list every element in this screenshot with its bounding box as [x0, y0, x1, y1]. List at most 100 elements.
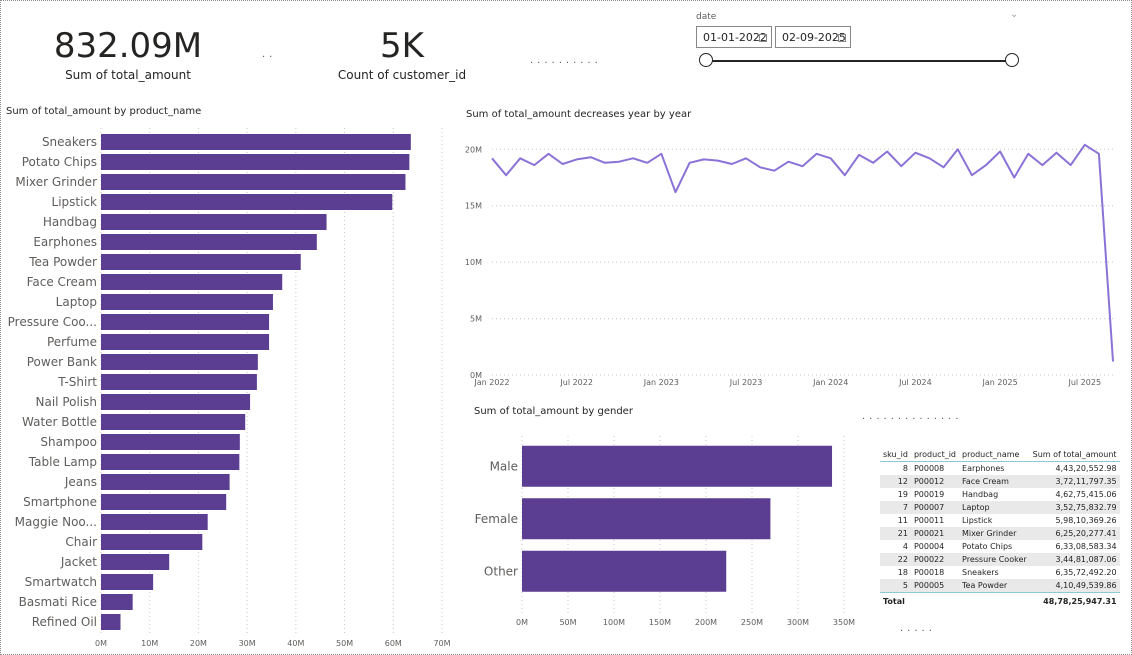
cell-product-name: Tea Powder: [959, 579, 1030, 593]
x-tick-label: 50M: [336, 639, 353, 648]
range-end-handle[interactable]: [1005, 53, 1019, 67]
cell-product-id: P00008: [913, 464, 945, 473]
category-label: Other: [484, 564, 518, 578]
cell-total-amount: 4,10,49,539.86: [1029, 579, 1120, 593]
kpi-value: 832.09M: [53, 26, 203, 66]
chevron-down-icon[interactable]: ⌄: [1010, 9, 1018, 20]
table-body: 8 P00008 Earphones 4,43,20,552.98 12 P00012 Fa…: [880, 462, 1120, 608]
bar: [101, 614, 121, 630]
category-label: Chair: [65, 535, 97, 549]
cell-sku-id: 22: [880, 553, 911, 566]
start-date-value: 01-01-2022: [703, 31, 767, 44]
y-tick-label: 15M: [465, 202, 482, 211]
product-bar-chart: 0M 10M 20M 30M 40M 50M 60M 70M Sneakers Potato Ch…: [8, 128, 451, 648]
calendar-icon[interactable]: [838, 34, 846, 42]
bar: [101, 334, 270, 350]
bar: [101, 254, 301, 270]
bar: [101, 454, 240, 470]
column-header-sku-id[interactable]: sku_id: [880, 448, 911, 462]
visual-border-dots: ··············: [862, 414, 963, 425]
x-tick-label: Jul 2024: [898, 378, 932, 387]
x-tick-label: 150M: [649, 618, 671, 627]
bar: [101, 474, 230, 490]
category-label: Smartwatch: [25, 575, 97, 589]
cell-total-amount: 4,62,75,415.06: [1055, 490, 1117, 499]
y-tick-label: 10M: [465, 258, 482, 267]
x-tick-label: 50M: [559, 618, 576, 627]
table-row[interactable]: 12 P00012 Face Cream 3,72,11,797.35: [880, 475, 1120, 488]
bar: [101, 214, 327, 230]
column-header-sum-total-amount[interactable]: Sum of total_amount: [1029, 448, 1120, 462]
kpi-label: Count of customer_id: [337, 68, 467, 82]
bar: [522, 445, 833, 487]
x-tick-label: 20M: [190, 639, 207, 648]
category-label: Water Bottle: [22, 415, 97, 429]
cell-product-id: P00018: [913, 568, 945, 577]
total-spacer: [910, 592, 1030, 608]
bar: [101, 494, 227, 510]
table-row[interactable]: 11 P00011 Lipstick 5,98,10,369.26: [880, 514, 1120, 527]
cell-product-id: P00007: [910, 501, 960, 514]
x-tick-label: Jul 2025: [1067, 378, 1101, 387]
bar: [101, 234, 317, 250]
cell-product-name: Sneakers: [962, 568, 999, 577]
table-row[interactable]: 19 P00019 Handbag 4,62,75,415.06: [880, 488, 1120, 501]
bar: [101, 514, 208, 530]
category-label: Sneakers: [42, 135, 97, 149]
x-tick-label: 10M: [141, 639, 158, 648]
date-range-track[interactable]: [706, 60, 1012, 62]
category-label: Tea Powder: [28, 255, 97, 269]
range-start-handle[interactable]: [699, 53, 713, 67]
y-tick-label: 5M: [470, 315, 482, 324]
bar: [101, 394, 251, 410]
bar: [522, 550, 727, 592]
cell-sku-id: 5: [880, 579, 911, 593]
table-row[interactable]: 22 P00022 Pressure Cooker 3,44,81,087.06: [880, 553, 1120, 566]
table-row[interactable]: 18 P00018 Sneakers 6,35,72,492.20: [880, 566, 1120, 579]
category-label: Lipstick: [52, 195, 98, 209]
cell-product-id: P00019: [913, 490, 945, 499]
cell-product-name: Earphones: [962, 464, 1005, 473]
category-label: Perfume: [47, 335, 97, 349]
kpi-card-total-amount[interactable]: 832.09M Sum of total_amount: [48, 26, 208, 82]
kpi-card-customer-count[interactable]: 5K Count of customer_id: [322, 26, 482, 82]
table-total-row: Total 48,78,25,947.31: [880, 592, 1120, 608]
x-tick-label: Jan 2022: [473, 378, 509, 387]
x-tick-label: Jul 2022: [559, 378, 593, 387]
cell-total-amount: 3,72,11,797.35: [1029, 475, 1120, 488]
table-row[interactable]: 21 P00021 Mixer Grinder 6,25,20,277.41: [880, 527, 1120, 540]
category-label: Pressure Coo...: [8, 315, 97, 329]
cell-product-id: P00022: [910, 553, 960, 566]
table-row[interactable]: 8 P00008 Earphones 4,43,20,552.98: [880, 462, 1120, 476]
date-slicer-title: date: [696, 12, 717, 22]
category-label: Face Cream: [27, 275, 97, 289]
table-row[interactable]: 4 P00004 Potato Chips 6,33,08,583.34: [880, 540, 1120, 553]
bar: [522, 498, 771, 540]
category-label: Power Bank: [27, 355, 97, 369]
end-date-input[interactable]: 02-09-2025: [775, 26, 851, 48]
category-label: Shampoo: [40, 435, 97, 449]
cell-total-amount: 3,52,75,832.79: [1029, 501, 1120, 514]
series-line: [491, 143, 1114, 362]
product-sales-table: sku_id product_id product_name Sum of to…: [880, 448, 1120, 608]
cell-sku-id: 19: [897, 490, 908, 499]
x-tick-label: 0M: [95, 639, 107, 648]
start-date-input[interactable]: 01-01-2022: [696, 26, 772, 48]
category-label: T-Shirt: [57, 375, 97, 389]
x-tick-label: 300M: [787, 618, 809, 627]
cell-total-amount: 6,33,08,583.34: [1055, 542, 1117, 551]
column-header-product-name[interactable]: product_name: [959, 448, 1030, 462]
trend-chart-title: Sum of total_amount decreases year by ye…: [466, 109, 692, 120]
x-tick-label: 350M: [833, 618, 855, 627]
x-tick-label: Jul 2023: [729, 378, 763, 387]
table-row[interactable]: 5 P00005 Tea Powder 4,10,49,539.86: [880, 579, 1120, 593]
column-header-product-id[interactable]: product_id: [910, 448, 960, 462]
cell-sku-id: 8: [902, 464, 908, 473]
cell-total-amount: 5,98,10,369.26: [1055, 516, 1117, 525]
table-row[interactable]: 7 P00007 Laptop 3,52,75,832.79: [880, 501, 1120, 514]
category-label: Mixer Grinder: [15, 175, 97, 189]
bar: [101, 154, 410, 170]
category-label: Maggie Noo...: [15, 515, 97, 529]
visual-border-dots: ··········: [530, 58, 602, 69]
calendar-icon[interactable]: [759, 34, 767, 42]
